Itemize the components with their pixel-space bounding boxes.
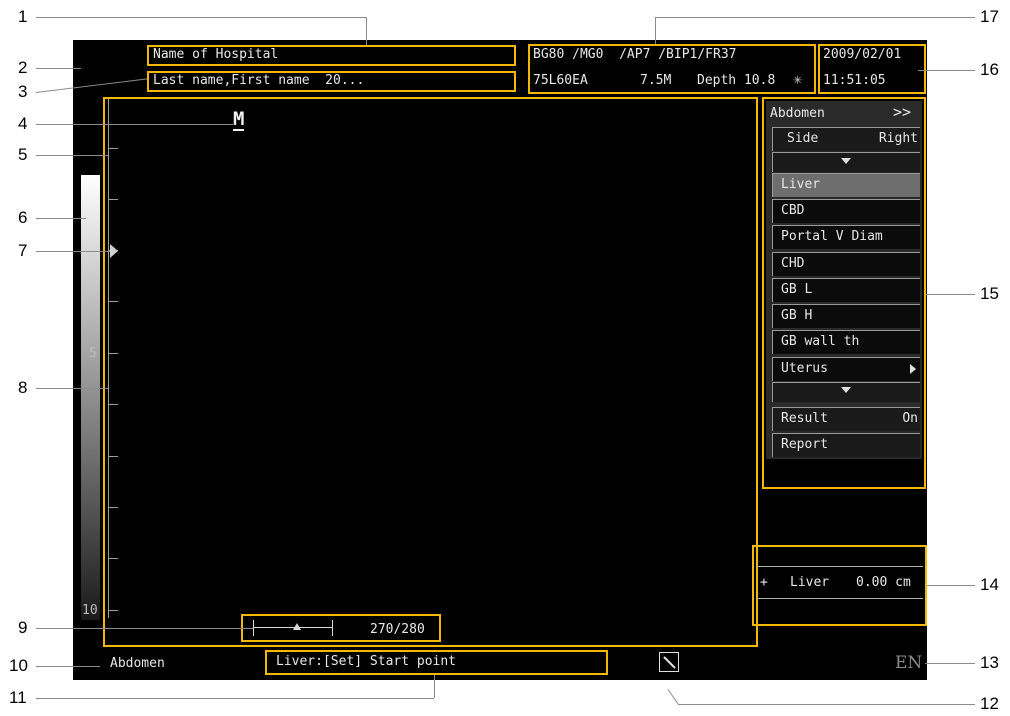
patient-name: Last name,First name 20... — [153, 73, 365, 88]
menu-item-gb-l[interactable]: GB L — [772, 278, 920, 302]
menu-item-gb-wall-th[interactable]: GB wall th — [772, 330, 920, 354]
callout-17: 17 — [980, 7, 999, 26]
prompt-text: Liver:[Set] Start point — [276, 654, 457, 669]
hospital-name: Name of Hospital — [153, 47, 279, 62]
callout-4: 4 — [18, 114, 28, 133]
leader-line-1 — [36, 17, 366, 18]
leader-line-4 — [36, 124, 233, 125]
language-indicator[interactable]: EN — [895, 653, 922, 673]
menu-title[interactable]: Abdomen — [770, 106, 825, 122]
leader-line-2 — [36, 68, 81, 69]
grayscale-bar — [81, 175, 100, 620]
result-toggle[interactable]: Result On — [772, 407, 920, 431]
side-value: Right — [878, 131, 918, 146]
probe-model: 75L60EA — [533, 73, 588, 88]
menu-item-cbd[interactable]: CBD — [772, 199, 920, 223]
menu-item-liver[interactable]: Liver — [772, 173, 920, 197]
menu-item-label: GB wall th — [781, 334, 860, 349]
depth-label-10: 10 — [82, 603, 98, 618]
date: 2009/02/01 — [823, 47, 902, 62]
leader-line-9 — [36, 628, 253, 629]
leader-line-12-d — [667, 689, 679, 705]
menu-item-label: GB L — [781, 282, 813, 297]
menu-item-portal-v-diam[interactable]: Portal V Diam — [772, 225, 920, 249]
leader-line-14 — [927, 585, 975, 586]
leader-line-12 — [678, 704, 975, 705]
result-value: On — [902, 411, 918, 426]
menu-item-label: Portal V Diam — [781, 229, 883, 244]
result-label: Result — [781, 411, 828, 426]
time: 11:51:05 — [823, 73, 886, 88]
leader-line-7 — [36, 251, 110, 252]
cine-position-marker-icon[interactable] — [293, 623, 301, 630]
menu-item-label: Uterus — [781, 361, 828, 376]
measurement-symbol: + — [760, 575, 768, 590]
callout-12: 12 — [980, 694, 999, 713]
triangle-down-icon — [841, 158, 851, 164]
measurement-divider — [756, 566, 923, 567]
double-chevron-right-icon[interactable]: >> — [893, 104, 911, 120]
leader-line-11 — [36, 698, 434, 699]
measurement-value: 0.00 cm — [856, 575, 911, 590]
exam-type: Abdomen — [110, 656, 165, 671]
menu-item-chd[interactable]: CHD — [772, 252, 920, 276]
triangle-down-icon — [841, 387, 851, 393]
leader-line-10 — [36, 666, 100, 667]
menu-item-label: CBD — [781, 203, 805, 218]
callout-2: 2 — [18, 58, 28, 77]
leader-line-15 — [926, 294, 975, 295]
menu-scroll-down[interactable] — [772, 382, 920, 402]
menu-item-label: Liver — [781, 177, 821, 192]
caliper-line-icon[interactable] — [659, 652, 679, 672]
image-area-box — [103, 97, 758, 647]
leader-line-6 — [36, 218, 86, 219]
callout-3: 3 — [18, 82, 28, 101]
callout-5: 5 — [18, 145, 28, 164]
leader-line-16 — [918, 70, 975, 71]
callout-15: 15 — [980, 284, 999, 303]
side-label: Side — [787, 131, 819, 146]
image-params: BG80 /MG0 /AP7 /BIP1/FR37 — [533, 47, 737, 62]
leader-line-11-v — [434, 675, 435, 698]
cine-bar-left-cap — [253, 620, 254, 636]
depth-value: Depth 10.8 — [697, 73, 776, 88]
menu-item-label: GB H — [781, 308, 813, 323]
leader-line-13 — [925, 663, 975, 664]
triangle-right-icon — [910, 364, 916, 374]
cine-bar-right-cap — [332, 620, 333, 636]
callout-10: 10 — [9, 656, 28, 675]
leader-line-8 — [36, 388, 108, 389]
callout-11: 11 — [9, 688, 27, 707]
side-selector[interactable]: Side Right — [772, 127, 920, 151]
cine-bar[interactable] — [253, 620, 333, 636]
menu-item-gb-h[interactable]: GB H — [772, 304, 920, 328]
callout-7: 7 — [18, 241, 28, 260]
leader-line-5 — [36, 155, 108, 156]
callout-14: 14 — [980, 575, 999, 594]
callout-9: 9 — [18, 618, 28, 637]
leader-line-17 — [655, 17, 975, 18]
callout-13: 13 — [980, 653, 999, 672]
leader-line-17-v — [655, 17, 656, 44]
measurement-label: Liver — [790, 575, 830, 590]
mode-marker: M — [233, 108, 245, 131]
callout-6: 6 — [18, 208, 28, 227]
report-label: Report — [781, 437, 828, 452]
callout-1: 1 — [18, 7, 28, 26]
callout-8: 8 — [18, 378, 28, 397]
leader-line-1-v — [366, 17, 367, 45]
frame-counter: 270/280 — [370, 622, 425, 637]
menu-scroll-up[interactable] — [772, 152, 920, 172]
report-button[interactable]: Report — [772, 433, 920, 457]
depth-label-5: 5 — [89, 346, 97, 361]
menu-item-label: CHD — [781, 256, 805, 271]
snowflake-icon: ✳ — [793, 70, 803, 88]
measurement-divider — [756, 598, 923, 599]
menu-item-uterus[interactable]: Uterus — [772, 357, 920, 381]
probe-frequency: 7.5M — [640, 73, 672, 88]
callout-16: 16 — [980, 60, 999, 79]
